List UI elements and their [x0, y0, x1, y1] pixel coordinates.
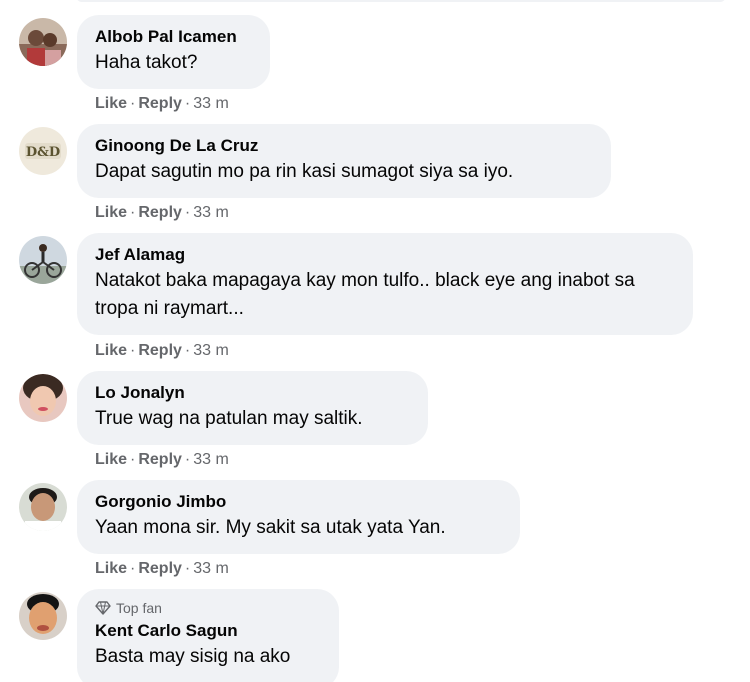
comment-timestamp[interactable]: 33 m	[193, 560, 229, 577]
avatar-image	[19, 236, 67, 284]
comment-text: Natakot baka mapagaya kay mon tulfo.. bl…	[95, 270, 635, 319]
avatar-image	[19, 374, 67, 422]
separator-dot: ·	[130, 95, 136, 112]
comment-timestamp[interactable]: 33 m	[193, 95, 229, 112]
avatar-image: D&D	[19, 127, 67, 175]
avatar[interactable]	[19, 374, 67, 422]
avatar-image	[19, 18, 67, 66]
separator-dot: ·	[184, 342, 191, 359]
comment-bubble: Albob Pal Icamen Haha takot?	[77, 15, 270, 89]
comment-text: Haha takot?	[95, 52, 198, 73]
comment-actions: Like · Reply · 33 m	[95, 94, 229, 114]
separator-dot: ·	[130, 560, 136, 577]
avatar[interactable]: D&D	[19, 127, 67, 175]
comment-bubble: Jef Alamag Natakot baka mapagaya kay mon…	[77, 233, 693, 335]
comment-bubble: Ginoong De La Cruz Dapat sagutin mo pa r…	[77, 124, 611, 198]
comment-text: Basta may sisig na ako	[95, 646, 291, 667]
reply-link[interactable]: Reply	[138, 451, 182, 468]
avatar[interactable]	[19, 483, 67, 531]
diamond-icon	[95, 601, 111, 615]
previous-comment-bubble	[76, 0, 726, 2]
avatar-logo-text: D&D	[26, 145, 60, 160]
comment-author[interactable]: Lo Jonalyn	[95, 382, 410, 404]
comment-text: Dapat sagutin mo pa rin kasi sumagot siy…	[95, 161, 514, 182]
reply-link[interactable]: Reply	[138, 560, 182, 577]
separator-dot: ·	[184, 560, 191, 577]
avatar[interactable]	[19, 592, 67, 640]
separator-dot: ·	[130, 451, 136, 468]
comment-bubble: Gorgonio Jimbo Yaan mona sir. My sakit s…	[77, 480, 520, 554]
comment-actions: Like · Reply · 33 m	[95, 203, 229, 223]
like-link[interactable]: Like	[95, 204, 127, 221]
like-link[interactable]: Like	[95, 95, 127, 112]
comment-author[interactable]: Jef Alamag	[95, 244, 675, 266]
like-link[interactable]: Like	[95, 342, 127, 359]
comment-timestamp[interactable]: 33 m	[193, 451, 229, 468]
comment-actions: Like · Reply · 33 m	[95, 341, 229, 361]
reply-link[interactable]: Reply	[138, 95, 182, 112]
avatar-image	[19, 592, 67, 640]
comment-thread: Albob Pal Icamen Haha takot? Like · Reply ·…	[0, 0, 750, 682]
avatar[interactable]	[19, 236, 67, 284]
comment-timestamp[interactable]: 33 m	[193, 204, 229, 221]
like-link[interactable]: Like	[95, 451, 127, 468]
separator-dot: ·	[130, 342, 136, 359]
separator-dot: ·	[184, 95, 191, 112]
comment-author[interactable]: Kent Carlo Sagun	[95, 620, 321, 642]
avatar-image	[19, 483, 67, 531]
comment-actions: Like · Reply · 33 m	[95, 559, 229, 579]
separator-dot: ·	[130, 204, 136, 221]
comment-bubble: Lo Jonalyn True wag na patulan may salti…	[77, 371, 428, 445]
comment-timestamp[interactable]: 33 m	[193, 342, 229, 359]
reply-link[interactable]: Reply	[138, 342, 182, 359]
comment-author[interactable]: Gorgonio Jimbo	[95, 491, 502, 513]
top-fan-badge: Top fan	[95, 599, 321, 617]
like-link[interactable]: Like	[95, 560, 127, 577]
separator-dot: ·	[184, 204, 191, 221]
comment-bubble: Top fan Kent Carlo Sagun Basta may sisig…	[77, 589, 339, 682]
reply-link[interactable]: Reply	[138, 204, 182, 221]
comment-text: True wag na patulan may saltik.	[95, 408, 363, 429]
avatar[interactable]	[19, 18, 67, 66]
comment-text: Yaan mona sir. My sakit sa utak yata Yan…	[95, 517, 446, 538]
comment-author[interactable]: Albob Pal Icamen	[95, 26, 252, 48]
comment-actions: Like · Reply · 33 m	[95, 450, 229, 470]
comment-author[interactable]: Ginoong De La Cruz	[95, 135, 593, 157]
separator-dot: ·	[184, 451, 191, 468]
badge-label: Top fan	[116, 600, 162, 616]
